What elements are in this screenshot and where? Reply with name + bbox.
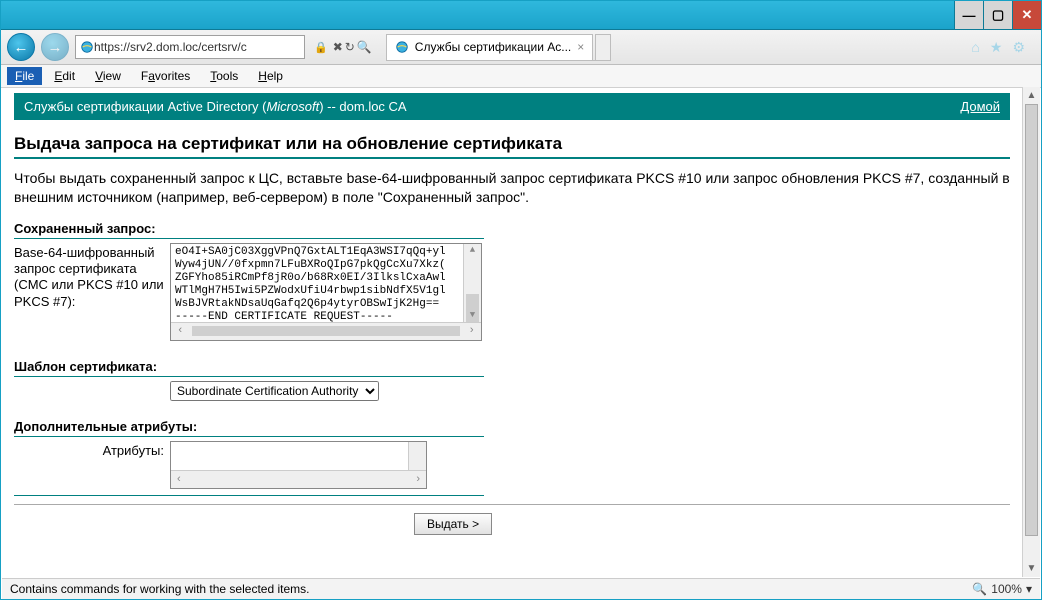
- section-rule-1: [14, 238, 484, 239]
- menu-favorites[interactable]: Favorites: [133, 67, 198, 85]
- tools-icon[interactable]: ⚙: [1012, 39, 1025, 56]
- section-rule-2: [14, 376, 484, 377]
- template-select[interactable]: Subordinate Certification Authority: [170, 381, 379, 401]
- attributes-row: Атрибуты: ‹ ›: [14, 441, 1010, 489]
- template-row: Subordinate Certification Authority: [14, 381, 1010, 401]
- request-row: Base-64-шифрованный запрос сертификата (…: [14, 243, 1010, 341]
- scroll-right-icon[interactable]: ›: [416, 473, 420, 485]
- menu-bar: FFileile Edit View Favorites Tools Help: [1, 65, 1041, 88]
- ie-window: — ▢ ✕ ← → https://srv2.dom.loc/certsrv/c…: [0, 0, 1042, 600]
- search-button[interactable]: 🔍: [357, 40, 372, 54]
- template-spacer: [14, 381, 164, 383]
- request-textarea[interactable]: eO4I+SA0jC03XggVPnQ7GxtALT1EqA3WSI7qQq+y…: [170, 243, 482, 341]
- req-hscroll[interactable]: ‹ ›: [171, 322, 481, 340]
- cert-services-banner: Службы сертификации Active Directory (Mi…: [14, 93, 1010, 120]
- titlebar: — ▢ ✕: [1, 1, 1041, 30]
- address-bar: ← → https://srv2.dom.loc/certsrv/c 🔒 ✖ ↻…: [1, 30, 1041, 65]
- url-text: https://srv2.dom.loc/certsrv/c: [94, 40, 247, 54]
- zoom-control[interactable]: 🔍 100% ▾: [972, 582, 1032, 596]
- command-bar: ⌂ ★ ⚙: [971, 39, 1035, 56]
- status-text: Contains commands for working with the s…: [10, 582, 309, 596]
- page-scroll-thumb[interactable]: [1025, 104, 1038, 536]
- tab-strip: Службы сертификации Ac... ×: [386, 34, 611, 61]
- minimize-button[interactable]: —: [954, 1, 983, 29]
- menu-view[interactable]: View: [87, 67, 129, 85]
- section-rule-3: [14, 436, 484, 437]
- submit-divider: [14, 504, 1010, 505]
- attr-hscroll[interactable]: ‹ ›: [171, 470, 426, 488]
- attr-vscroll[interactable]: [408, 442, 426, 471]
- hscroll-thumb[interactable]: [192, 326, 461, 336]
- stop-button[interactable]: ✖: [333, 40, 343, 54]
- menu-tools[interactable]: Tools: [202, 67, 246, 85]
- intro-text: Чтобы выдать сохраненный запрос к ЦС, вс…: [14, 169, 1010, 207]
- page-scroll-down-icon[interactable]: ▼: [1023, 560, 1040, 577]
- tab-active[interactable]: Службы сертификации Ac... ×: [386, 34, 593, 60]
- url-input[interactable]: https://srv2.dom.loc/certsrv/c: [75, 35, 305, 59]
- saved-request-label: Сохраненный запрос:: [14, 221, 1010, 236]
- scroll-up-icon[interactable]: ▲: [464, 244, 481, 258]
- ie-icon: [395, 40, 409, 54]
- zoom-dropdown-icon[interactable]: ▾: [1026, 582, 1032, 596]
- menu-file[interactable]: FFileile: [7, 67, 42, 85]
- req-vscroll[interactable]: ▲ ▼: [463, 244, 481, 323]
- close-button[interactable]: ✕: [1012, 1, 1041, 29]
- template-label: Шаблон сертификата:: [14, 359, 1010, 374]
- zoom-value: 100%: [991, 582, 1022, 596]
- menu-edit[interactable]: Edit: [46, 67, 83, 85]
- back-button[interactable]: ←: [7, 33, 35, 61]
- status-bar: Contains commands for working with the s…: [2, 578, 1040, 599]
- request-value: eO4I+SA0jC03XggVPnQ7GxtALT1EqA3WSI7qQq+y…: [171, 244, 481, 326]
- home-link[interactable]: Домой: [960, 99, 1000, 114]
- attributes-textarea[interactable]: ‹ ›: [170, 441, 427, 489]
- additional-attrs-label: Дополнительные атрибуты:: [14, 419, 1010, 434]
- scroll-right-icon[interactable]: ›: [468, 325, 475, 338]
- page-vscroll[interactable]: ▲ ▼: [1022, 87, 1040, 577]
- scroll-left-icon[interactable]: ‹: [177, 473, 181, 485]
- page-title: Выдача запроса на сертификат или на обно…: [14, 134, 1010, 154]
- tab-title: Службы сертификации Ac...: [415, 40, 571, 54]
- heading-rule: [14, 157, 1010, 159]
- refresh-button[interactable]: ↻: [345, 40, 355, 54]
- scroll-left-icon[interactable]: ‹: [177, 325, 184, 338]
- section-rule-4: [14, 495, 484, 496]
- maximize-button[interactable]: ▢: [983, 1, 1012, 29]
- forward-button[interactable]: →: [41, 33, 69, 61]
- zoom-icon: 🔍: [972, 582, 987, 596]
- home-icon[interactable]: ⌂: [971, 39, 979, 56]
- banner-text: Службы сертификации Active Directory (Mi…: [24, 99, 407, 114]
- favorites-icon[interactable]: ★: [990, 39, 1003, 56]
- ie-icon: [80, 40, 94, 54]
- request-field-label: Base-64-шифрованный запрос сертификата (…: [14, 243, 164, 310]
- page-scroll-up-icon[interactable]: ▲: [1023, 87, 1040, 104]
- tab-close-icon[interactable]: ×: [577, 40, 584, 54]
- new-tab-button[interactable]: [595, 34, 611, 60]
- url-controls: 🔒 ✖ ↻ 🔍: [311, 40, 372, 54]
- scroll-down-icon[interactable]: ▼: [464, 309, 481, 323]
- attributes-label: Атрибуты:: [14, 441, 164, 459]
- ssl-lock-icon: 🔒: [314, 41, 328, 54]
- submit-row: Выдать >: [414, 513, 1010, 535]
- menu-help[interactable]: Help: [250, 67, 291, 85]
- submit-button[interactable]: Выдать >: [414, 513, 492, 535]
- content-area: Службы сертификации Active Directory (Mi…: [2, 87, 1040, 577]
- page-body: Службы сертификации Active Directory (Mi…: [2, 87, 1022, 577]
